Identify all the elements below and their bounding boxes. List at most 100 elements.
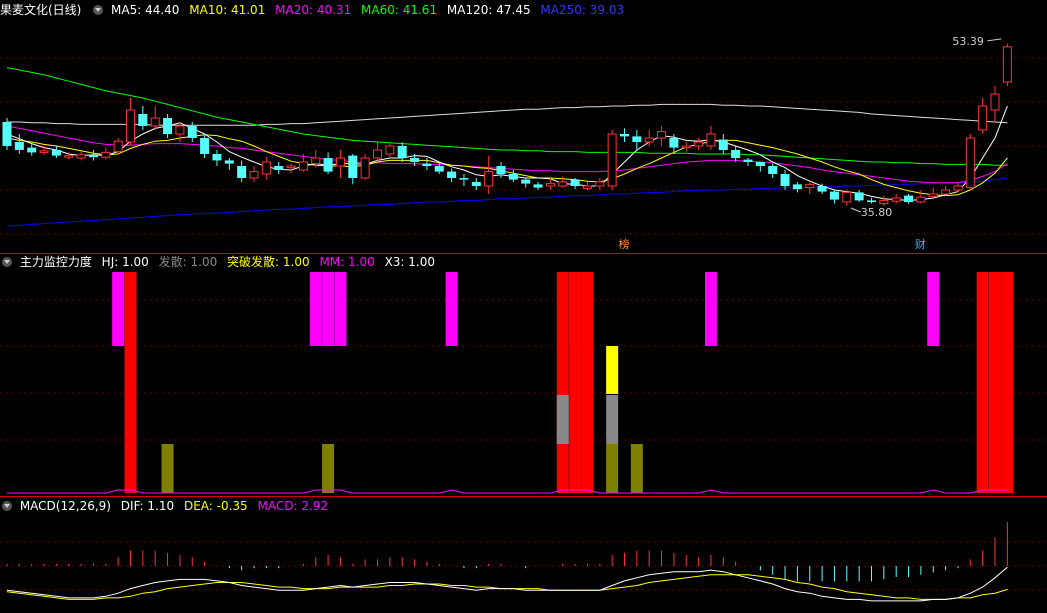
- candle-body: [335, 157, 345, 167]
- candle-body: [694, 141, 704, 147]
- candle-body: [39, 150, 49, 153]
- candle-body: [879, 199, 889, 205]
- dropdown-icon[interactable]: [93, 5, 104, 15]
- candle-body: [298, 161, 308, 171]
- candle-body: [113, 140, 123, 153]
- candle-body: [175, 125, 185, 135]
- high-arrow: [987, 38, 1002, 42]
- candle-body: [2, 122, 12, 146]
- dropdown-icon[interactable]: [2, 257, 12, 267]
- candle-body: [558, 181, 568, 187]
- candle-body: [805, 183, 815, 189]
- x3-label: X3: 1.00: [384, 255, 436, 269]
- candle-body: [410, 158, 420, 162]
- indicator-title: 主力监控力度: [19, 255, 92, 269]
- candle-body: [27, 147, 37, 153]
- candle-body: [447, 171, 457, 178]
- candle-body: [484, 171, 494, 187]
- macd-value-label: MACD: 2.92: [257, 499, 329, 513]
- candle-body: [138, 114, 148, 126]
- ma250-label: MA250: 39.03: [540, 3, 625, 17]
- candle-body: [965, 137, 975, 189]
- ma120-label: MA120: 47.45: [446, 3, 531, 17]
- candle-body: [941, 189, 951, 195]
- ma20-label: MA20: 40.31: [275, 3, 352, 17]
- macd-panel-header: MACD(12,26,9) DIF: 1.10 DEA: -0.35 MACD:…: [0, 498, 334, 514]
- hj-bar: [989, 272, 1001, 493]
- candle-body: [916, 196, 926, 203]
- candle-body: [817, 186, 827, 192]
- ma20-line: [6, 125, 1008, 184]
- candle-body: [150, 117, 160, 127]
- candle-body: [681, 145, 691, 149]
- mm-bar: [704, 272, 717, 346]
- candle-body: [978, 105, 988, 131]
- candle-body: [360, 157, 370, 179]
- mm-bar: [322, 272, 335, 346]
- candle-body: [508, 174, 518, 180]
- candle-body: [88, 154, 98, 158]
- hj-bar: [976, 272, 989, 493]
- candle-body: [274, 166, 284, 170]
- candle-body: [51, 150, 61, 156]
- x3-bar: [606, 444, 619, 493]
- candle-body: [373, 149, 382, 159]
- candle-body: [829, 191, 839, 200]
- candle-body: [126, 109, 135, 143]
- candle-body: [842, 191, 852, 203]
- candle-body: [644, 137, 654, 143]
- dif-line: [6, 566, 1008, 602]
- candle-body: [64, 155, 74, 158]
- ma5-label: MA5: 44.40: [111, 3, 180, 17]
- dropdown-icon[interactable]: [2, 501, 12, 511]
- tupo-bar: [606, 346, 619, 394]
- hj-bar: [581, 272, 594, 493]
- candle-body: [224, 160, 234, 164]
- macd-title: MACD(12,26,9): [19, 499, 111, 513]
- ma60-label: MA60: 41.61: [361, 3, 438, 17]
- candle-body: [706, 133, 716, 147]
- candle-body: [237, 166, 247, 178]
- candle-body: [953, 185, 963, 191]
- hj-label: HJ: 1.00: [101, 255, 149, 269]
- candle-body: [904, 195, 914, 202]
- candle-body: [1002, 46, 1012, 83]
- candle-body: [755, 162, 765, 166]
- price-panel-header: 果麦文化(日线) MA5: 44.40 MA10: 41.01 MA20: 40…: [0, 2, 630, 18]
- candle-body: [348, 155, 358, 178]
- candle-body: [891, 197, 901, 202]
- candle-body: [14, 142, 24, 150]
- candle-body: [582, 185, 592, 189]
- dea-line: [6, 574, 1008, 600]
- candle-body: [743, 159, 753, 162]
- mm-label: MM: 1.00: [319, 255, 375, 269]
- mm-bar: [309, 272, 322, 346]
- candle-body: [163, 118, 173, 134]
- tupo-label: 突破发散: 1.00: [227, 255, 310, 269]
- fasan-bar: [606, 395, 619, 444]
- bang-marker: 榜: [619, 237, 630, 251]
- candle-body: [212, 154, 222, 161]
- candle-body: [607, 133, 617, 187]
- candle-body: [471, 182, 481, 186]
- candle-body: [718, 139, 728, 150]
- candle-body: [459, 178, 469, 180]
- candle-body: [323, 158, 333, 172]
- ma10-label: MA10: 41.01: [189, 3, 266, 17]
- cai-marker: 财: [915, 237, 926, 251]
- fasan-label: 发散: 1.00: [158, 255, 218, 269]
- candle-body: [620, 134, 629, 137]
- hj-bar: [1001, 272, 1014, 493]
- candle-body: [311, 157, 321, 165]
- candle-body: [249, 171, 259, 179]
- hj-bar: [569, 272, 582, 493]
- dif-label: DIF: 1.10: [120, 499, 175, 513]
- indicator-panel-header: 主力监控力度 HJ: 1.00 发散: 1.00 突破发散: 1.00 MM: …: [0, 254, 441, 270]
- mm-bar: [112, 272, 125, 346]
- mm-bar: [334, 272, 347, 346]
- stock-chart: 53.39 35.80 榜 财: [0, 35, 1047, 602]
- candle-body: [261, 161, 271, 175]
- candle-body: [792, 184, 802, 190]
- ma60-line: [6, 67, 1008, 166]
- candle-body: [434, 166, 444, 172]
